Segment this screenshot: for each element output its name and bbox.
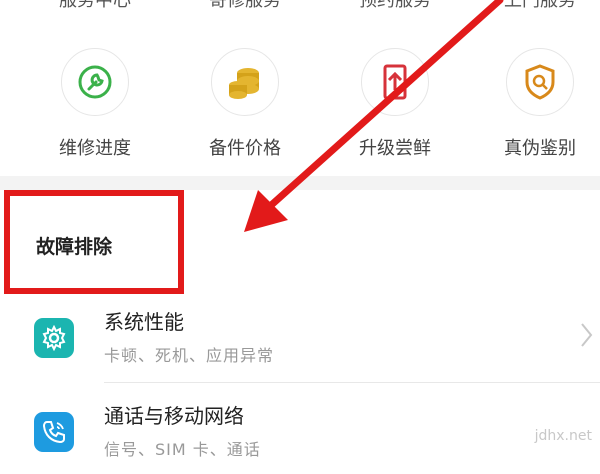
annotation-arrow bbox=[244, 0, 504, 232]
watermark: jdhx.net bbox=[534, 428, 592, 444]
